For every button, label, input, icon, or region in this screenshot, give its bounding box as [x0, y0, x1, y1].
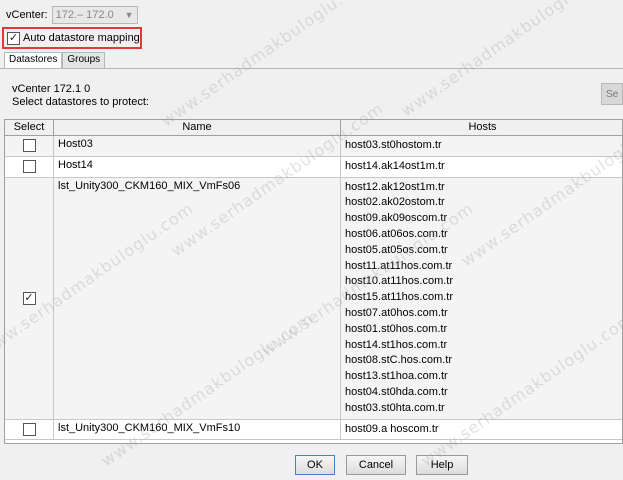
- host-entry: host11.at11hos.com.tr: [345, 259, 453, 272]
- host-entry: host03.st0hta.com.tr: [345, 401, 445, 414]
- table-row[interactable]: Host14 host14.ak14ost1m.tr: [5, 156, 622, 178]
- host-entry: host09.ak09oscom.tr: [345, 212, 448, 225]
- tab-groups[interactable]: Groups: [62, 52, 106, 68]
- host-entry: host14.st1hos.com.tr: [345, 338, 448, 351]
- vcenter-selected-value: 172.– 172.0: [55, 9, 114, 21]
- table-row[interactable]: ✓ lst_Unity300_CKM160_MIX_VmFs06 host12.ak…: [5, 177, 622, 420]
- datastore-table: Select Name Hosts Host03 host03.st0hostom…: [4, 119, 623, 444]
- hosts-cell: host09.a hoscom.tr: [341, 420, 622, 440]
- select-cell: [5, 156, 54, 177]
- host-entry: host02.ak02ostom.tr: [345, 196, 445, 209]
- host-entry: host04.st0hda.com.tr: [345, 385, 448, 398]
- hosts-cell: host12.ak12ost1m.tr host02.ak02ostom.tr ho…: [341, 178, 622, 419]
- vcenter-select[interactable]: 172.– 172.0 ▼: [51, 6, 138, 24]
- row-select-checkbox[interactable]: [22, 422, 36, 436]
- header-select[interactable]: Select: [5, 120, 54, 135]
- table-row[interactable]: lst_Unity300_CKM160_MIX_VmFs10 host09.a h…: [5, 419, 622, 441]
- row-select-checkbox[interactable]: [22, 160, 36, 174]
- host-entry: host12.ak12ost1m.tr: [345, 180, 445, 193]
- panel-info: vCenter 172.1 0 Select datastores to pro…: [12, 83, 149, 109]
- tab-bar: Datastores Groups: [4, 52, 106, 68]
- host-entry: host08.stC.hos.com.tr: [345, 354, 452, 367]
- host-entry: host06.at06os.com.tr: [345, 227, 448, 240]
- select-cell: [5, 419, 54, 440]
- instruction-text: Select datastores to protect:: [12, 96, 149, 108]
- host-entry: host01.st0hos.com.tr: [345, 322, 448, 335]
- hosts-cell: host03.st0hostom.tr: [341, 136, 622, 156]
- auto-mapping-highlight: ✓ Auto datastore mapping: [2, 27, 142, 49]
- help-button[interactable]: Help: [416, 455, 468, 475]
- ok-button[interactable]: OK: [295, 455, 335, 475]
- table-body: Host03 host03.st0hostom.tr Host14 host14.ak…: [5, 136, 622, 441]
- host-entry: host09.a hoscom.tr: [345, 422, 439, 435]
- dialog-footer: OK Cancel Help: [0, 443, 623, 480]
- datastore-name: Host14: [54, 156, 341, 177]
- chevron-down-icon: ▼: [124, 10, 134, 20]
- table-row[interactable]: Host03 host03.st0hostom.tr: [5, 136, 622, 157]
- select-cell: ✓: [5, 177, 54, 419]
- header-name[interactable]: Name: [54, 120, 341, 135]
- datastore-name: lst_Unity300_CKM160_MIX_VmFs06: [54, 177, 341, 419]
- host-entry: host14.ak14ost1m.tr: [345, 159, 445, 172]
- select-cell: [5, 136, 54, 156]
- host-entry: host13.st1hoa.com.tr: [345, 370, 448, 383]
- select-side-button[interactable]: Se: [601, 83, 623, 105]
- datastore-name: Host03: [54, 136, 341, 156]
- host-entry: host05.at05os.com.tr: [345, 243, 448, 256]
- host-entry: host03.st0hostom.tr: [345, 139, 442, 151]
- table-header: Select Name Hosts: [5, 120, 622, 136]
- vcenter-row: vCenter: 172.– 172.0 ▼: [6, 6, 138, 24]
- auto-mapping-label[interactable]: Auto datastore mapping: [23, 32, 140, 44]
- vcenter-line: vCenter 172.1 0: [12, 83, 91, 95]
- datastores-panel: vCenter 172.1 0 Select datastores to pro…: [0, 68, 623, 444]
- hosts-cell: host14.ak14ost1m.tr: [341, 157, 622, 177]
- auto-mapping-checkbox[interactable]: ✓: [7, 31, 20, 45]
- host-entry: host15.at11hos.com.tr: [345, 291, 454, 304]
- header-hosts[interactable]: Hosts: [341, 120, 622, 135]
- datastore-name: lst_Unity300_CKM160_MIX_VmFs10: [54, 419, 341, 440]
- row-select-checkbox[interactable]: [22, 139, 36, 153]
- vcenter-label: vCenter:: [6, 9, 48, 21]
- host-entry: host10.at11hos.com.tr: [345, 275, 454, 288]
- cancel-button[interactable]: Cancel: [346, 455, 406, 475]
- host-entry: host07.at0hos.com.tr: [345, 306, 448, 319]
- row-select-checkbox[interactable]: ✓: [22, 291, 36, 305]
- tab-datastores[interactable]: Datastores: [4, 52, 63, 68]
